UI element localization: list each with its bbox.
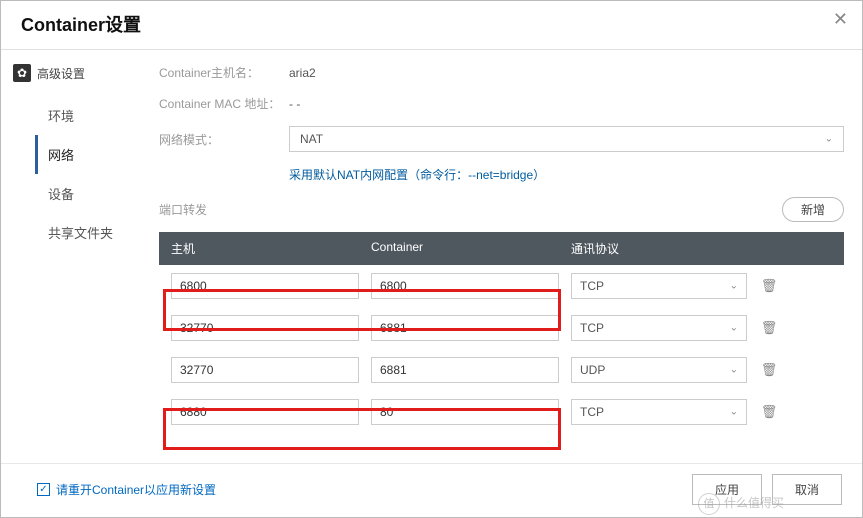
hostname-label: Container主机名： (159, 64, 289, 81)
trash-icon[interactable]: 🗑 (759, 320, 779, 336)
add-button[interactable]: 新增 (782, 197, 844, 222)
close-icon[interactable]: ✕ (833, 9, 848, 30)
container-port-input[interactable] (371, 273, 559, 299)
table-row: TCP ⌄ 🗑 (159, 391, 844, 433)
sidebar-item-shared[interactable]: 共享文件夹 (35, 213, 147, 252)
chevron-down-icon: ⌄ (730, 365, 738, 376)
sidebar: ✿ 高级设置 环境 网络 设备 共享文件夹 (35, 64, 147, 472)
chevron-down-icon: ⌄ (730, 407, 738, 418)
sidebar-item-network[interactable]: 网络 (35, 135, 147, 174)
footer: ✓ 请重开Container以应用新设置 应用 取消 (1, 463, 862, 517)
container-port-input[interactable] (371, 315, 559, 341)
protocol-value: TCP (580, 405, 604, 419)
chevron-down-icon: ⌄ (730, 281, 738, 292)
container-port-input[interactable] (371, 399, 559, 425)
protocol-value: TCP (580, 321, 604, 335)
protocol-select[interactable]: TCP ⌄ (571, 273, 747, 299)
protocol-select[interactable]: TCP ⌄ (571, 399, 747, 425)
mac-label: Container MAC 地址： (159, 95, 289, 112)
trash-icon[interactable]: 🗑 (759, 278, 779, 294)
chevron-down-icon: ⌄ (730, 323, 738, 334)
checkbox-icon[interactable]: ✓ (37, 483, 50, 496)
trash-icon[interactable]: 🗑 (759, 404, 779, 420)
host-port-input[interactable] (171, 315, 359, 341)
netmode-hint: 采用默认NAT内网配置（命令行：--net=bridge） (289, 166, 844, 183)
gear-icon: ✿ (13, 64, 31, 82)
protocol-value: TCP (580, 279, 604, 293)
netmode-label: 网络模式： (159, 131, 289, 148)
col-host: 主机 (171, 240, 371, 257)
netmode-value: NAT (300, 132, 323, 146)
restart-checkbox-row[interactable]: ✓ 请重开Container以应用新设置 (37, 481, 216, 498)
protocol-value: UDP (580, 363, 605, 377)
page-title: Container设置 (21, 11, 842, 37)
table-row: TCP ⌄ 🗑 (159, 265, 844, 307)
host-port-input[interactable] (171, 357, 359, 383)
sidebar-item-env[interactable]: 环境 (35, 96, 147, 135)
chevron-down-icon: ⌄ (825, 134, 833, 145)
protocol-select[interactable]: UDP ⌄ (571, 357, 747, 383)
sidebar-item-device[interactable]: 设备 (35, 174, 147, 213)
table-row: UDP ⌄ 🗑 (159, 349, 844, 391)
netmode-select[interactable]: NAT ⌄ (289, 126, 844, 152)
mac-value: - - (289, 97, 300, 111)
advanced-label: 高级设置 (37, 65, 85, 82)
protocol-select[interactable]: TCP ⌄ (571, 315, 747, 341)
table-header: 主机 Container 通讯协议 (159, 232, 844, 265)
col-protocol: 通讯协议 (571, 240, 832, 257)
portforward-label: 端口转发 (159, 201, 782, 218)
host-port-input[interactable] (171, 399, 359, 425)
col-container: Container (371, 240, 571, 257)
restart-label: 请重开Container以应用新设置 (56, 481, 216, 498)
table-row: TCP ⌄ 🗑 (159, 307, 844, 349)
content-panel: Container主机名： aria2 Container MAC 地址： - … (147, 64, 844, 472)
hostname-value: aria2 (289, 66, 316, 80)
apply-button[interactable]: 应用 (692, 474, 762, 505)
advanced-settings-header: ✿ 高级设置 (13, 64, 147, 82)
host-port-input[interactable] (171, 273, 359, 299)
cancel-button[interactable]: 取消 (772, 474, 842, 505)
trash-icon[interactable]: 🗑 (759, 362, 779, 378)
container-port-input[interactable] (371, 357, 559, 383)
